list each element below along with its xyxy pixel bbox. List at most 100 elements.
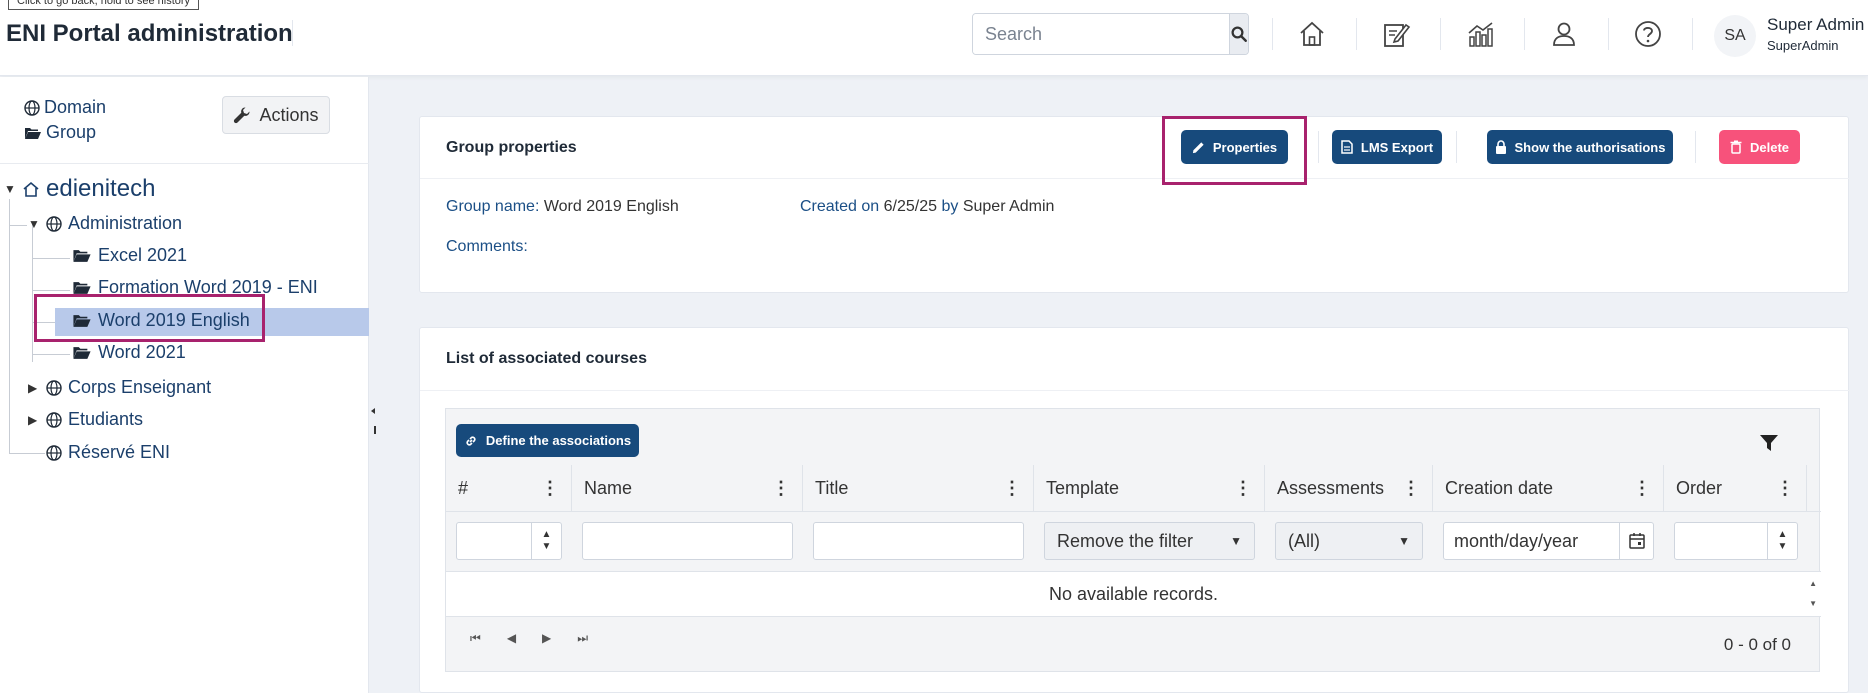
user-button[interactable] (1546, 16, 1582, 52)
expand-triangle-icon[interactable]: ▶ (28, 381, 40, 395)
folder-open-icon (25, 127, 41, 139)
button-divider (1695, 131, 1696, 163)
column-menu-icon[interactable]: ⋮ (541, 478, 559, 499)
sidebar-divider (0, 163, 369, 164)
avatar[interactable]: SA (1714, 15, 1756, 57)
domain-link[interactable]: Domain (24, 97, 106, 118)
collapse-triangle-icon[interactable]: ▼ (28, 217, 40, 231)
created-date-value: 6/25/25 (883, 198, 938, 215)
title-filter-input[interactable] (813, 522, 1024, 560)
created-by-value: Super Admin (962, 198, 1055, 215)
next-page-icon[interactable]: ▶ (542, 631, 551, 646)
help-button[interactable] (1630, 16, 1666, 52)
scroll-down-icon[interactable]: ▼ (1809, 594, 1817, 614)
column-menu-icon[interactable]: ⋮ (1776, 478, 1794, 499)
globe-icon (24, 99, 40, 116)
tree-node-etudiants[interactable]: ▶ Etudiants (28, 409, 143, 430)
edit-note-button[interactable] (1378, 16, 1414, 52)
column-menu-icon[interactable]: ⋮ (1633, 478, 1651, 499)
card-title: List of associated courses (446, 350, 647, 367)
creation-date-filter[interactable]: month/day/year (1443, 522, 1654, 560)
globe-icon (46, 215, 62, 232)
column-header-creation-date[interactable]: Creation date ⋮ (1433, 465, 1664, 511)
template-filter-select[interactable]: Remove the filter ▼ (1044, 522, 1255, 560)
stepper-down-icon[interactable]: ▼ (542, 541, 552, 553)
number-filter-stepper[interactable]: ▲ ▼ (456, 522, 562, 560)
edit-note-icon (1384, 23, 1411, 47)
caret-left-icon (371, 408, 376, 434)
collapse-triangle-icon[interactable]: ▼ (4, 182, 16, 196)
domain-label: Domain (44, 97, 107, 117)
tree-node-administration[interactable]: ▼ Administration (28, 213, 182, 234)
globe-icon (46, 411, 62, 428)
delete-label: Delete (1749, 139, 1790, 155)
comments-label: Comments: (446, 238, 528, 255)
calendar-button[interactable] (1619, 523, 1653, 559)
top-header: Click to go back, hold to see history EN… (0, 0, 1868, 76)
template-filter-value: Remove the filter (1057, 530, 1194, 551)
tree-root-edienitech[interactable]: ▼ edienitech (4, 175, 155, 203)
created-on-label: Created on (800, 198, 880, 215)
search-button[interactable] (1229, 14, 1248, 54)
tree-line (32, 290, 70, 291)
column-header-name[interactable]: Name ⋮ (572, 465, 803, 511)
expand-triangle-icon[interactable]: ▶ (28, 413, 40, 427)
button-divider (1318, 131, 1319, 163)
stepper-arrows[interactable]: ▲ ▼ (1767, 523, 1797, 559)
tree-node-label: Administration (68, 213, 183, 233)
grid-scrollbar[interactable]: ▲ ▼ (1809, 574, 1817, 614)
home-button[interactable] (1294, 16, 1330, 52)
lms-export-label: LMS Export (1360, 139, 1434, 155)
sidebar-collapse-handle[interactable] (369, 404, 377, 434)
tree-node-word-2021[interactable]: Word 2021 (72, 342, 186, 363)
tree-node-excel-2021[interactable]: Excel 2021 (72, 245, 187, 266)
stats-button[interactable] (1462, 16, 1498, 52)
home-icon (1300, 21, 1324, 46)
group-link[interactable]: Group (24, 122, 96, 143)
card-title: Group properties (446, 139, 577, 156)
prev-page-icon[interactable]: ◀ (507, 631, 516, 646)
column-header-assessments[interactable]: Assessments ⋮ (1265, 465, 1433, 511)
pager-info: 0 - 0 of 0 (1723, 635, 1791, 654)
stepper-up-icon[interactable]: ▲ (542, 529, 552, 541)
stepper-arrows[interactable]: ▲ ▼ (531, 523, 561, 559)
column-menu-icon[interactable]: ⋮ (772, 478, 790, 499)
lms-export-button[interactable]: LMS Export (1332, 130, 1442, 164)
stepper-down-icon[interactable]: ▼ (1778, 541, 1788, 553)
highlight-box-properties (1162, 116, 1307, 185)
define-associations-button[interactable]: Define the associations (456, 424, 639, 457)
app-title: ENI Portal administration (6, 20, 293, 47)
column-menu-icon[interactable]: ⋮ (1234, 478, 1252, 499)
actions-label: Actions (259, 104, 319, 125)
tree-node-reserve-eni[interactable]: Réservé ENI (46, 442, 170, 463)
dropdown-arrow-icon: ▼ (1398, 534, 1410, 548)
show-authorisations-button[interactable]: Show the authorisations (1487, 130, 1673, 164)
column-header-order[interactable]: Order ⋮ (1664, 465, 1807, 511)
actions-button[interactable]: Actions (222, 96, 330, 134)
header-divider (1272, 18, 1273, 50)
column-header-label: Template (1046, 477, 1120, 498)
column-header-number[interactable]: # ⋮ (446, 465, 572, 511)
filter-funnel-icon (1760, 435, 1778, 451)
column-header-title[interactable]: Title ⋮ (803, 465, 1034, 511)
search-input[interactable] (973, 14, 1229, 54)
tree-line (32, 258, 70, 259)
home-icon (23, 181, 39, 197)
stepper-up-icon[interactable]: ▲ (1778, 529, 1788, 541)
tree-node-label: Excel 2021 (98, 245, 188, 265)
order-filter-stepper[interactable]: ▲ ▼ (1674, 522, 1798, 560)
column-menu-icon[interactable]: ⋮ (1402, 478, 1420, 499)
last-page-icon[interactable]: ⏭ (577, 631, 588, 646)
delete-button[interactable]: Delete (1719, 130, 1800, 164)
assessments-filter-select[interactable]: (All) ▼ (1275, 522, 1423, 560)
button-divider (1456, 131, 1457, 163)
created-on-field: Created on 6/25/25 by Super Admin (800, 198, 1054, 216)
first-page-icon[interactable]: ⏮ (470, 631, 481, 646)
column-menu-icon[interactable]: ⋮ (1003, 478, 1021, 499)
scroll-up-icon[interactable]: ▲ (1809, 574, 1817, 594)
filter-row: ▲ ▼ Remove the filter ▼ (All) ▼ month/da… (446, 511, 1821, 571)
name-filter-input[interactable] (582, 522, 793, 560)
tree-node-corps-enseignant[interactable]: ▶ Corps Enseignant (28, 377, 211, 398)
filter-toggle-button[interactable] (1759, 433, 1779, 458)
column-header-template[interactable]: Template ⋮ (1034, 465, 1265, 511)
